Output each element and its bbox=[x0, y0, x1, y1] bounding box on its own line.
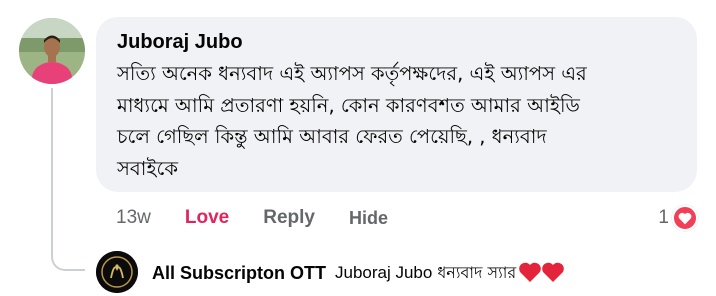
commenter-avatar[interactable] bbox=[19, 18, 85, 84]
reply-author-name[interactable]: All Subscripton OTT bbox=[152, 263, 326, 284]
red-heart-icon bbox=[518, 262, 566, 284]
reaction-summary[interactable]: 1 bbox=[658, 203, 698, 233]
reply-button[interactable]: Reply bbox=[263, 207, 315, 229]
reply-text: ধন্যবাদ স্যার bbox=[437, 262, 517, 282]
reply-mention[interactable]: Juboraj Jubo bbox=[335, 263, 432, 283]
reaction-count: 1 bbox=[658, 207, 669, 228]
reply-comment: All Subscripton OTT Juboraj Jubo ধন্যবাদ… bbox=[152, 259, 566, 287]
thread-connector-line bbox=[51, 88, 85, 271]
comment-actions: 13w Love Reply Hide bbox=[116, 203, 388, 233]
ott-logo-icon bbox=[96, 251, 138, 293]
comment-text: সত্যি অনেক ধন্যবাদ এই অ্যাপস কর্তৃপক্ষদে… bbox=[117, 62, 587, 180]
comment-timestamp[interactable]: 13w bbox=[116, 207, 151, 229]
comment-bubble: Juboraj Jubo সত্যি অনেক ধন্যবাদ এই অ্যাপ… bbox=[96, 17, 697, 192]
hide-button[interactable]: Hide bbox=[349, 208, 388, 229]
reply-author-avatar[interactable] bbox=[96, 251, 138, 293]
avatar-photo-icon bbox=[19, 18, 85, 84]
love-button[interactable]: Love bbox=[185, 207, 229, 229]
heart-icon bbox=[672, 205, 698, 231]
comment-author-name[interactable]: Juboraj Jubo bbox=[117, 29, 679, 55]
